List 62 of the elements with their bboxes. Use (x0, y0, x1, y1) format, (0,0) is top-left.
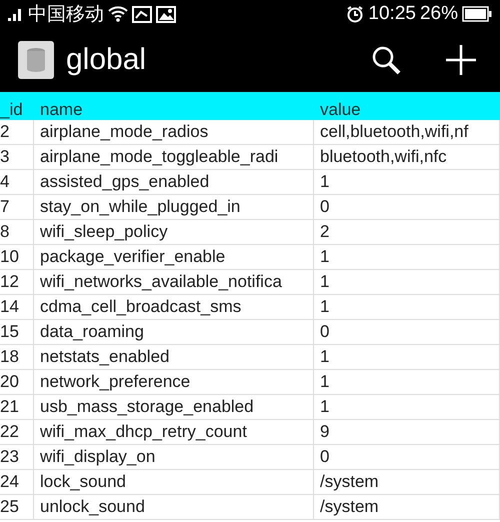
clock-time: 10:25 (368, 3, 416, 25)
alarm-icon (346, 5, 364, 23)
database-icon (18, 41, 54, 79)
table-cell: cdma_cell_broadcast_sms (34, 295, 314, 320)
column-header: name (34, 92, 314, 120)
table-cell: stay_on_while_plugged_in (34, 195, 314, 220)
table-cell: 25 (0, 495, 34, 520)
table-cell: 14 (0, 295, 34, 320)
table-cell: wifi_max_dhcp_retry_count (34, 420, 314, 445)
table-cell: 1 (314, 270, 500, 295)
table-cell: lock_sound (34, 470, 314, 495)
table-cell: wifi_networks_available_notifica (34, 270, 314, 295)
table-cell: /system (314, 470, 500, 495)
table-title: global (66, 43, 146, 77)
table-cell: 9 (314, 420, 500, 445)
table-cell: 7 (0, 195, 34, 220)
table-cell: assisted_gps_enabled (34, 170, 314, 195)
table-cell: 1 (314, 395, 500, 420)
table-cell: airplane_mode_radios (34, 120, 314, 145)
table-cell: wifi_display_on (34, 445, 314, 470)
table-cell: cell,bluetooth,wifi,nf (314, 120, 500, 145)
table-cell: 1 (314, 295, 500, 320)
table-cell: 1 (314, 370, 500, 395)
battery-icon (462, 6, 492, 22)
table-cell: 23 (0, 445, 34, 470)
column-header: value (314, 92, 500, 120)
table-cell: netstats_enabled (34, 345, 314, 370)
table-cell: 15 (0, 320, 34, 345)
table-cell: 1 (314, 245, 500, 270)
carrier-name: 中国移动 (28, 3, 104, 27)
table-cell: unlock_sound (34, 495, 314, 520)
signal-icon (8, 7, 24, 21)
table-cell: 8 (0, 220, 34, 245)
table-cell: 12 (0, 270, 34, 295)
battery-percent: 26% (420, 3, 458, 25)
table-cell: data_roaming (34, 320, 314, 345)
table-cell: bluetooth,wifi,nfc (314, 145, 500, 170)
image-icon (132, 6, 152, 22)
table-cell: 10 (0, 245, 34, 270)
table-cell: 2 (0, 120, 34, 145)
table-cell: 1 (314, 170, 500, 195)
column-header: _id (0, 92, 34, 120)
table-cell: 20 (0, 370, 34, 395)
wifi-icon (108, 6, 128, 22)
table-cell: 21 (0, 395, 34, 420)
image-icon (156, 6, 176, 22)
table-cell: 0 (314, 320, 500, 345)
table-cell: 4 (0, 170, 34, 195)
table-cell: 24 (0, 470, 34, 495)
table-cell: 0 (314, 445, 500, 470)
table-cell: usb_mass_storage_enabled (34, 395, 314, 420)
table-cell: 22 (0, 420, 34, 445)
table-cell: wifi_sleep_policy (34, 220, 314, 245)
table-cell: 1 (314, 345, 500, 370)
table-cell: 0 (314, 195, 500, 220)
table-cell: 2 (314, 220, 500, 245)
table-cell: 18 (0, 345, 34, 370)
table-cell: airplane_mode_toggleable_radi (34, 145, 314, 170)
table-cell: network_preference (34, 370, 314, 395)
table-cell: package_verifier_enable (34, 245, 314, 270)
table-cell: /system (314, 495, 500, 520)
table-cell: 3 (0, 145, 34, 170)
